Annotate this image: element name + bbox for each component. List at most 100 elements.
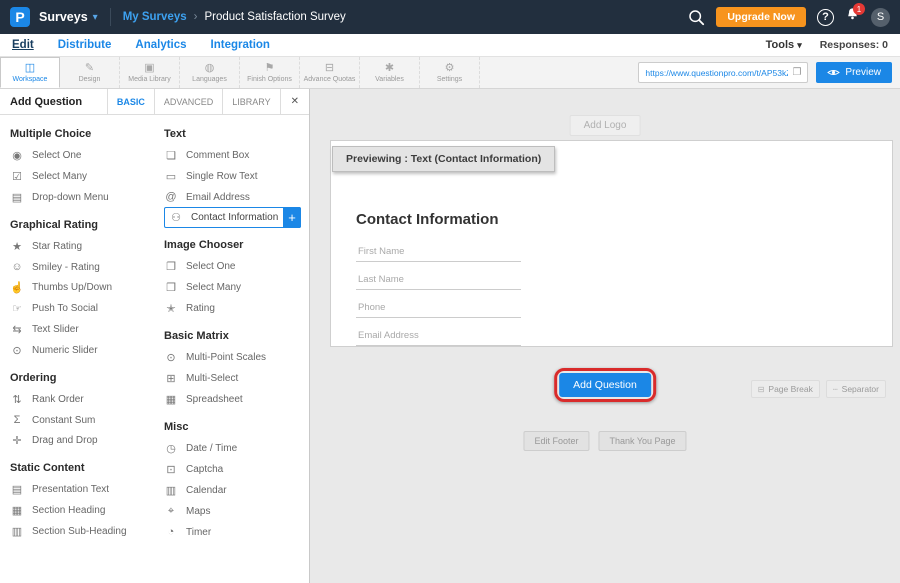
preview-button[interactable]: Preview	[816, 62, 892, 83]
toolbar-item-workspace[interactable]: ◫ Workspace	[0, 57, 60, 88]
qt-select-one[interactable]: ◉ Select One	[10, 145, 162, 166]
survey-url-input[interactable]: https://www.questionpro.com/t/AP53kZgUI …	[638, 62, 808, 83]
qt-constant-sum[interactable]: Σ Constant Sum	[10, 410, 162, 430]
edit-footer-button[interactable]: Edit Footer	[523, 431, 589, 451]
qt-presentation-text[interactable]: ▤ Presentation Text	[10, 479, 162, 500]
category-static-content: Static Content ▤ Presentation Text ▦ Sec…	[10, 462, 162, 542]
question-type-label: Thumbs Up/Down	[32, 282, 112, 293]
question-type-label: Date / Time	[186, 443, 237, 454]
surveys-menu[interactable]: Surveys ▾	[39, 10, 98, 24]
qt-spreadsheet[interactable]: ▦ Spreadsheet	[164, 389, 303, 410]
add-logo-button[interactable]: Add Logo	[570, 115, 641, 136]
qt-star-rating[interactable]: ★ Star Rating	[10, 236, 162, 257]
qt-comment-box[interactable]: ❏ Comment Box	[164, 145, 303, 166]
section-heading-icon: ▦	[10, 504, 24, 517]
qt-text-slider[interactable]: ⇆ Text Slider	[10, 319, 162, 340]
single-row-text-icon: ▭	[164, 170, 178, 183]
qt-smiley-rating[interactable]: ☺ Smiley - Rating	[10, 257, 162, 277]
nav-right: Tools ▾ Responses: 0	[766, 39, 888, 51]
email-address-field[interactable]: Email Address	[356, 325, 521, 346]
add-question-button[interactable]: Add Question	[559, 373, 651, 397]
top-bar: P Surveys ▾ My Surveys › Product Satisfa…	[0, 0, 900, 34]
panel-header: Add Question BASIC ADVANCED LIBRARY ✕	[0, 89, 309, 115]
qt-image-select-one[interactable]: ❐ Select One	[164, 256, 303, 277]
upgrade-now-button[interactable]: Upgrade Now	[716, 7, 806, 27]
question-type-label: Comment Box	[186, 150, 249, 161]
first-name-field[interactable]: First Name	[356, 241, 521, 262]
qt-section-sub-heading[interactable]: ▥ Section Sub-Heading	[10, 521, 162, 542]
thumbs-icon: ☝	[10, 281, 24, 294]
image-select-many-icon: ❒	[164, 281, 178, 294]
notification-badge: 1	[853, 3, 865, 15]
main-nav: Edit Distribute Analytics Integration To…	[0, 34, 900, 57]
qt-dropdown-menu[interactable]: ▤ Drop-down Menu	[10, 187, 162, 208]
qt-captcha[interactable]: ⊡ Captcha	[164, 459, 303, 480]
toolbar-item-advance-quotas[interactable]: ⊟ Advance Quotas	[300, 57, 360, 88]
toolbar-item-languages[interactable]: ◍ Languages	[180, 57, 240, 88]
tools-menu[interactable]: Tools ▾	[766, 39, 802, 51]
qt-contact-information[interactable]: ⚇ Contact Information +	[164, 207, 301, 228]
separator-button[interactable]: ┄ Separator	[826, 380, 886, 398]
page-break-button[interactable]: ⊟ Page Break	[751, 380, 820, 398]
qt-date-time[interactable]: ◷ Date / Time	[164, 438, 303, 459]
question-type-label: Spreadsheet	[186, 394, 243, 405]
topbar-actions: Upgrade Now ? 1 S	[688, 7, 890, 27]
qt-timer[interactable]: ◔ Timer	[164, 522, 303, 542]
category-basic-matrix: Basic Matrix ⊙ Multi-Point Scales ⊞ Mult…	[164, 330, 303, 410]
multi-select-icon: ⊞	[164, 372, 178, 385]
nav-tab-integration[interactable]: Integration	[211, 39, 270, 51]
toolbar-item-variables[interactable]: ✱ Variables	[360, 57, 420, 88]
nav-tab-edit[interactable]: Edit	[12, 39, 34, 51]
captcha-icon: ⊡	[164, 463, 178, 476]
qt-push-to-social[interactable]: ☞ Push To Social	[10, 298, 162, 319]
notifications-button[interactable]: 1	[845, 7, 860, 27]
qt-thumbs-up-down[interactable]: ☝ Thumbs Up/Down	[10, 277, 162, 298]
qt-select-many[interactable]: ☑ Select Many	[10, 166, 162, 187]
toolbar-right: https://www.questionpro.com/t/AP53kZgUI …	[638, 57, 900, 88]
category-misc: Misc ◷ Date / Time ⊡ Captcha ▥ Calendar …	[164, 421, 303, 542]
tab-basic[interactable]: BASIC	[107, 89, 154, 114]
qt-multi-point-scales[interactable]: ⊙ Multi-Point Scales	[164, 347, 303, 368]
qt-calendar[interactable]: ▥ Calendar	[164, 480, 303, 501]
add-contact-information-button[interactable]: +	[283, 207, 301, 228]
qt-single-row-text[interactable]: ▭ Single Row Text	[164, 166, 303, 187]
qt-maps[interactable]: ⌖ Maps	[164, 501, 303, 522]
toolbar-item-label: Workspace	[13, 76, 48, 83]
qt-numeric-slider[interactable]: ⊙ Numeric Slider	[10, 340, 162, 361]
qt-section-heading[interactable]: ▦ Section Heading	[10, 500, 162, 521]
toolbar-item-finish-options[interactable]: ⚑ Finish Options	[240, 57, 300, 88]
avatar[interactable]: S	[871, 8, 890, 27]
help-button[interactable]: ?	[817, 9, 834, 26]
qt-rank-order[interactable]: ⇅ Rank Order	[10, 389, 162, 410]
close-panel-button[interactable]: ✕	[280, 89, 309, 114]
toolbar-item-design[interactable]: ✎ Design	[60, 57, 120, 88]
qt-multi-select[interactable]: ⊞ Multi-Select	[164, 368, 303, 389]
qt-email-address[interactable]: @ Email Address	[164, 187, 303, 207]
last-name-field[interactable]: Last Name	[356, 269, 521, 290]
survey-canvas: Add Logo Previewing : Text (Contact Info…	[310, 89, 900, 583]
toolbar-item-media-library[interactable]: ▣ Media Library	[120, 57, 180, 88]
tab-library[interactable]: LIBRARY	[222, 89, 279, 114]
phone-field[interactable]: Phone	[356, 297, 521, 318]
questionpro-logo[interactable]: P	[10, 7, 30, 27]
qt-image-rating[interactable]: ✭ Rating	[164, 298, 303, 319]
copy-icon[interactable]: ❐	[792, 67, 801, 78]
panel-title: Add Question	[0, 89, 107, 114]
question-types-column-1: Multiple Choice ◉ Select One ☑ Select Ma…	[10, 117, 162, 542]
category-header: Image Chooser	[164, 239, 303, 251]
search-button[interactable]	[688, 9, 705, 26]
qt-drag-and-drop[interactable]: ✛ Drag and Drop	[10, 430, 162, 451]
tab-advanced[interactable]: ADVANCED	[154, 89, 222, 114]
tools-label: Tools	[766, 39, 795, 51]
edit-toolbar: ◫ Workspace ✎ Design ▣ Media Library ◍ L…	[0, 57, 900, 89]
nav-tab-distribute[interactable]: Distribute	[58, 39, 112, 51]
toolbar-item-label: Finish Options	[247, 76, 292, 83]
nav-tab-analytics[interactable]: Analytics	[135, 39, 186, 51]
toolbar-item-settings[interactable]: ⚙ Settings	[420, 57, 480, 88]
qt-image-select-many[interactable]: ❒ Select Many	[164, 277, 303, 298]
text-slider-icon: ⇆	[10, 323, 24, 336]
thank-you-page-button[interactable]: Thank You Page	[598, 431, 686, 451]
breadcrumb-my-surveys[interactable]: My Surveys	[123, 11, 187, 23]
settings-icon: ⚙	[445, 63, 455, 74]
clock-icon: ◷	[164, 442, 178, 455]
